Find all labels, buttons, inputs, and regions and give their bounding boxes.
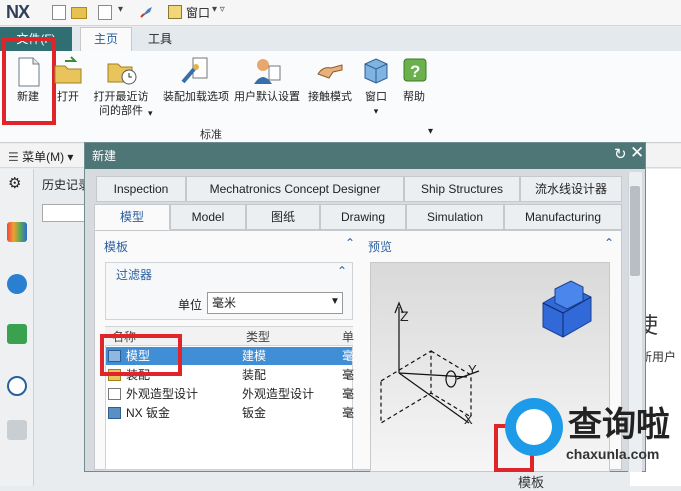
column-type[interactable]: 类型 xyxy=(246,328,270,346)
row-unit: 毫 xyxy=(342,387,355,401)
tab-tools[interactable]: 工具 xyxy=(140,27,180,51)
unit-label: 单位 xyxy=(178,298,203,312)
collapse-templates-icon[interactable]: ⌃ xyxy=(345,236,355,250)
highlight-new xyxy=(2,37,56,125)
row-type: 钣金 xyxy=(242,406,267,420)
chevron-down-icon: ▾ xyxy=(373,106,379,116)
axis-y-label: Y xyxy=(468,362,477,377)
row-name: NX 钣金 xyxy=(126,406,171,420)
bottom-template-label: 模板 xyxy=(518,475,545,490)
open-recent-button[interactable]: 打开最近访 问的部件 ▾ xyxy=(90,56,153,118)
user-defaults-label: 用户默认设置 xyxy=(234,91,300,103)
chevron-down-icon[interactable]: ▾ ▿ xyxy=(212,4,225,15)
group-label-standard: 标准 xyxy=(200,129,222,141)
sheet-metal-icon xyxy=(108,407,121,419)
tab-ship-structures[interactable]: Ship Structures xyxy=(404,176,520,202)
tab-model[interactable]: Model xyxy=(170,204,246,230)
row-name: 外观造型设计 xyxy=(126,387,199,401)
close-icon[interactable]: ✕ xyxy=(630,143,644,163)
nx-logo: NX xyxy=(6,2,30,22)
reset-icon[interactable]: ↻ xyxy=(614,145,627,163)
menu-button[interactable]: ☰ 菜单(M) ▾ xyxy=(8,148,73,165)
library-icon[interactable] xyxy=(7,222,27,242)
window-cube-icon xyxy=(361,56,391,86)
open-folder-icon xyxy=(53,56,83,86)
table-row[interactable]: 外观造型设计 外观造型设计 毫 xyxy=(106,385,355,403)
help-button[interactable]: ? 帮助 xyxy=(400,56,428,104)
open-recent-label-2: 问的部件 xyxy=(99,105,143,117)
column-unit[interactable]: 单 xyxy=(342,328,354,346)
open-button-label: 打开 xyxy=(57,91,79,103)
scrollbar-thumb[interactable] xyxy=(630,186,640,276)
tab-mechatronics[interactable]: Mechatronics Concept Designer xyxy=(186,176,404,202)
gear-icon[interactable]: ⚙ xyxy=(8,174,21,192)
dialog-title-bar xyxy=(85,143,645,169)
svg-text:?: ? xyxy=(410,62,420,81)
row-type: 装配 xyxy=(242,368,267,382)
tab-drawing[interactable]: Drawing xyxy=(320,204,406,230)
row-type: 外观造型设计 xyxy=(242,387,315,401)
info-icon[interactable] xyxy=(7,274,27,294)
collapse-preview-icon[interactable]: ⌃ xyxy=(604,236,614,250)
history-clock-icon[interactable] xyxy=(7,376,27,396)
shape-design-icon xyxy=(108,388,121,400)
open-button[interactable]: 打开 xyxy=(52,56,84,104)
table-row[interactable]: NX 钣金 钣金 毫 xyxy=(106,404,355,422)
hand-icon xyxy=(315,56,345,86)
tab-drawing-cn[interactable]: 图纸 xyxy=(246,204,320,230)
row-unit: 毫 xyxy=(342,368,355,382)
recent-folder-icon xyxy=(106,56,137,86)
tab-manufacturing[interactable]: Manufacturing xyxy=(504,204,622,230)
watermark-url: chaxunla.com xyxy=(566,446,660,462)
dialog-title: 新建 xyxy=(92,149,117,163)
help-icon: ? xyxy=(400,56,430,86)
chevron-down-icon: ▾ xyxy=(148,108,153,118)
touch-mode-button[interactable]: 接触模式 xyxy=(306,56,354,104)
row-unit: 毫 xyxy=(342,349,355,363)
watermark-logo-inner xyxy=(516,409,552,445)
save-icon[interactable] xyxy=(98,5,112,20)
assembly-load-label: 装配加载选项 xyxy=(163,91,229,103)
window-label: 窗口 xyxy=(365,91,387,103)
user-settings-icon xyxy=(252,56,282,86)
templates-title: 模板 xyxy=(104,240,129,254)
menu-icon: ☰ xyxy=(8,150,23,164)
unit-select[interactable]: 毫米 xyxy=(207,292,343,314)
tab-inspection[interactable]: Inspection xyxy=(96,176,186,202)
group-expand-icon[interactable]: ▾ xyxy=(428,126,433,137)
preview-title: 预览 xyxy=(368,240,393,254)
tab-simulation[interactable]: Simulation xyxy=(406,204,504,230)
menu-button-label: 菜单(M) xyxy=(22,150,65,164)
touch-mode-label: 接触模式 xyxy=(308,91,352,103)
window-icon[interactable] xyxy=(168,5,182,19)
window-menu[interactable]: 窗口 xyxy=(186,4,210,21)
window-button[interactable]: 窗口 ▾ xyxy=(360,56,392,118)
help-label: 帮助 xyxy=(403,91,425,103)
tab-model-cn[interactable]: 模型 xyxy=(94,204,170,230)
tab-line-designer[interactable]: 流水线设计器 xyxy=(520,176,622,202)
watermark-text: 查询啦 xyxy=(568,405,670,445)
history-search-input[interactable] xyxy=(42,204,90,222)
chevron-down-icon[interactable]: ▾ xyxy=(118,4,123,15)
axis-x-label: X xyxy=(464,412,473,427)
open-folder-icon[interactable] xyxy=(71,7,87,19)
chevron-down-icon: ▼ xyxy=(330,296,340,307)
assembly-load-options-button[interactable]: 装配加载选项 xyxy=(160,56,232,104)
assembly-options-icon xyxy=(181,56,211,86)
collapse-filter-icon[interactable]: ⌃ xyxy=(337,264,347,278)
history-label: 历史记录 xyxy=(42,178,91,192)
open-recent-label-1: 打开最近访 xyxy=(93,91,149,103)
new-file-icon[interactable] xyxy=(52,5,66,20)
row-type: 建模 xyxy=(242,349,267,363)
brush-icon[interactable] xyxy=(140,6,154,18)
user-defaults-button[interactable]: 用户默认设置 xyxy=(232,56,302,104)
tab-home[interactable]: 主页 xyxy=(80,27,132,51)
row-unit: 毫 xyxy=(342,406,355,420)
roles-icon[interactable] xyxy=(7,420,27,440)
highlight-model-row xyxy=(100,334,182,376)
web-browser-icon[interactable] xyxy=(7,324,27,344)
axis-z-label: Z xyxy=(400,308,409,324)
filter-title: 过滤器 xyxy=(116,268,153,282)
